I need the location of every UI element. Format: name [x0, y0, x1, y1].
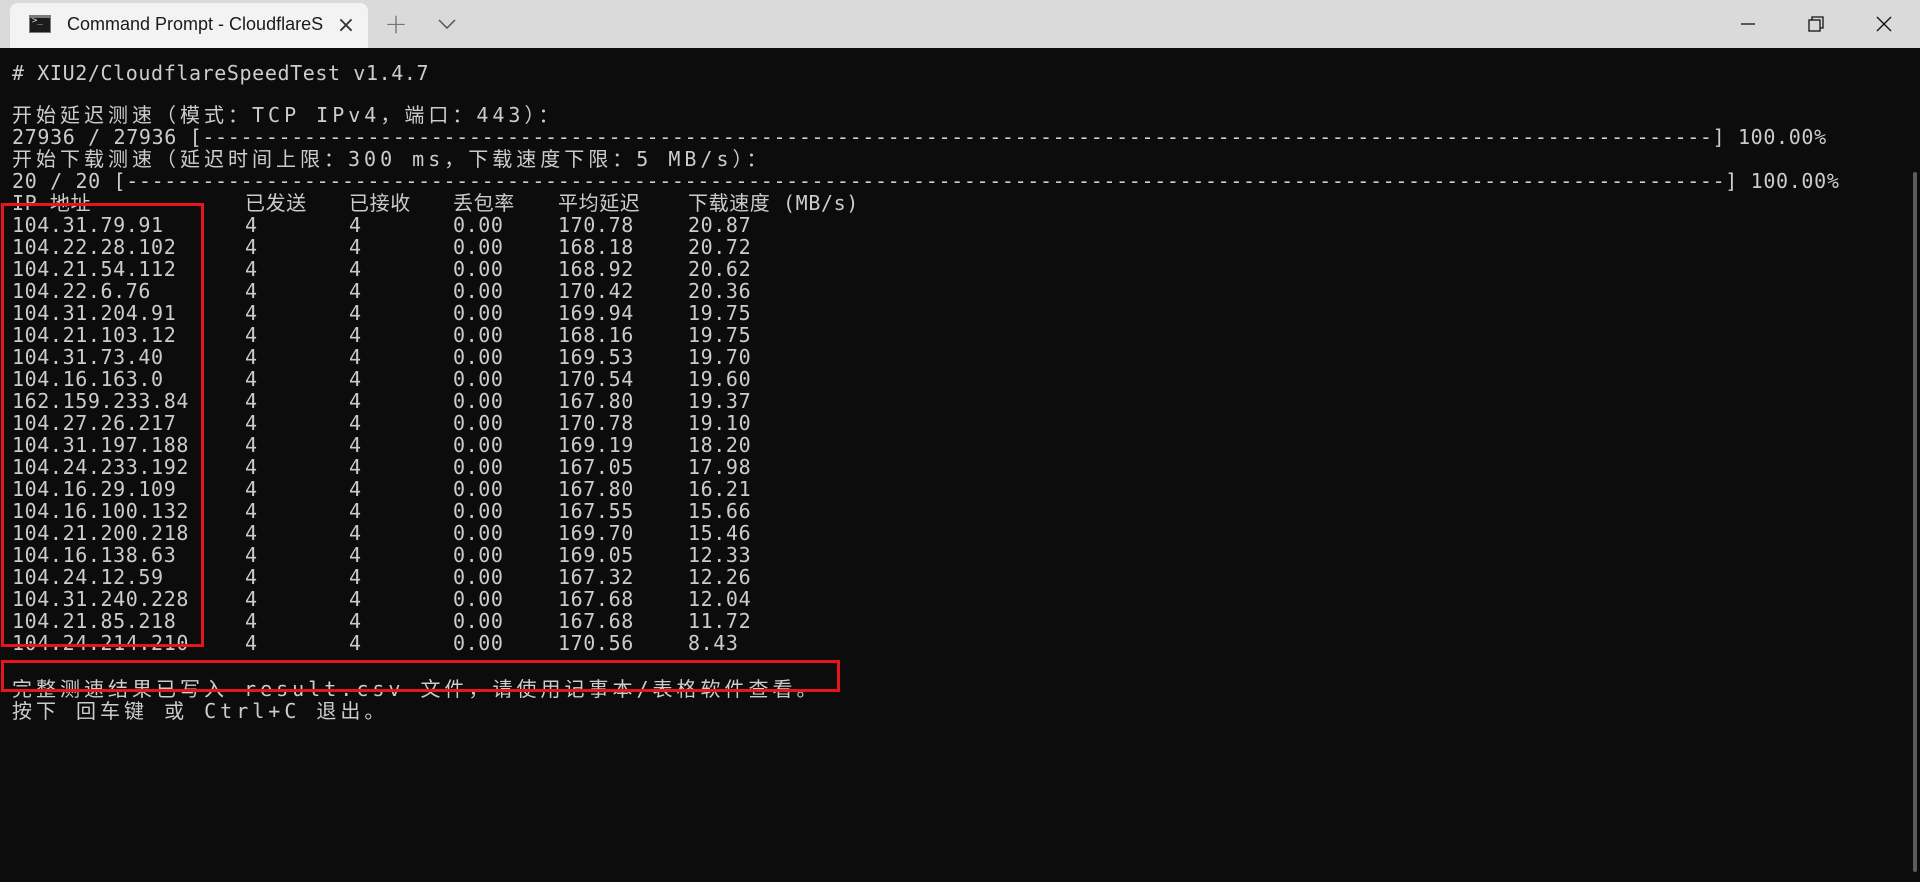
scrollbar[interactable] [1913, 172, 1917, 872]
terminal-output[interactable]: # XIU2/CloudflareSpeedTest v1.4.7 开始延迟测速… [0, 48, 1920, 882]
tab-close-icon[interactable]: × [333, 13, 359, 39]
cell-avg-latency: 170.56 [558, 631, 634, 655]
cell-ip-address: 104.24.214.210 [12, 631, 189, 655]
command-prompt-icon [29, 15, 51, 33]
minimize-button[interactable] [1718, 0, 1778, 48]
cell-download-speed: 8.43 [688, 631, 739, 655]
tab-title: Command Prompt - CloudflareS [67, 14, 324, 34]
header-line: # XIU2/CloudflareSpeedTest v1.4.7 [12, 61, 430, 85]
new-tab-button[interactable]: + [379, 8, 413, 40]
restore-button[interactable] [1786, 0, 1846, 48]
close-window-button[interactable] [1854, 0, 1914, 48]
title-bar: Command Prompt - CloudflareS × + [0, 0, 1920, 48]
exit-prompt: 按下 回车键 或 Ctrl+C 退出。 [12, 699, 389, 723]
terminal-window: Command Prompt - CloudflareS × + [0, 0, 1920, 882]
cell-sent: 4 [245, 631, 258, 655]
chevron-down-icon [438, 19, 456, 29]
tab-dropdown-button[interactable] [432, 8, 462, 40]
table-row: 104.24.214.210 4 4 0.00 170.56 8.43 [12, 630, 912, 657]
close-icon [1876, 16, 1892, 32]
cell-loss-rate: 0.00 [453, 631, 504, 655]
cell-received: 4 [349, 631, 362, 655]
minimize-icon [1741, 23, 1755, 25]
restore-icon [1808, 16, 1824, 32]
tab-command-prompt[interactable]: Command Prompt - CloudflareS × [10, 3, 368, 48]
